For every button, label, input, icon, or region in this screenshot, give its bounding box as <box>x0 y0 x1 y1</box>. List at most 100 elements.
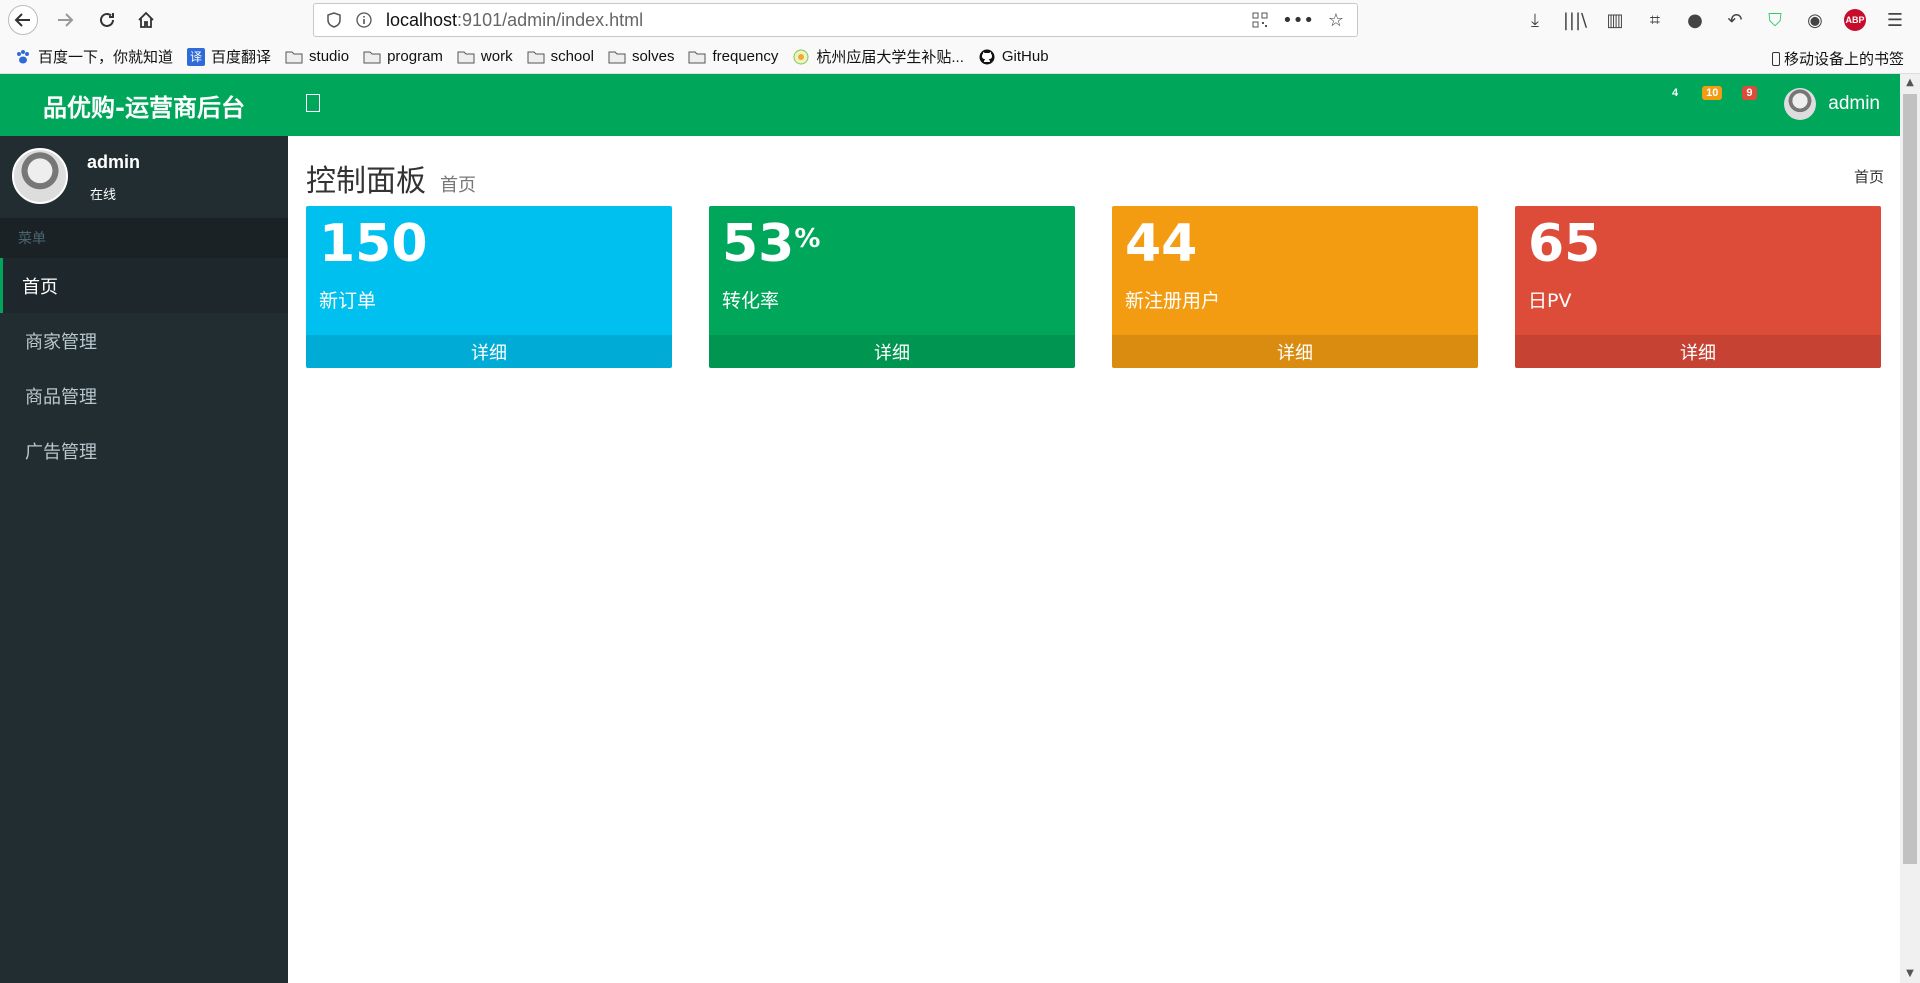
content-area: 控制面板 首页 首页 150 新订单 详细 53% 转化率 详细 44 新注册用… <box>288 136 1900 983</box>
content-header: 控制面板 首页 <box>306 156 476 200</box>
bookmark-translate[interactable]: 译百度翻译 <box>187 46 271 67</box>
notification-badges: 4 10 9 <box>1668 86 1777 100</box>
folder-icon <box>688 48 706 66</box>
undo-icon[interactable]: ↶ <box>1720 5 1750 35</box>
adblock-icon[interactable]: ABP <box>1840 5 1870 35</box>
stat-label: 日PV <box>1528 290 1572 312</box>
sidebar-item-label: 广告管理 <box>25 441 97 463</box>
home-button[interactable] <box>131 5 161 35</box>
details-link[interactable]: 详细 <box>1112 335 1478 368</box>
reload-button[interactable] <box>92 5 122 35</box>
stat-boxes: 150 新订单 详细 53% 转化率 详细 44 新注册用户 详细 65 日PV… <box>306 206 1881 368</box>
adblock-label: ABP <box>1844 9 1866 31</box>
bookmark-folder-studio[interactable]: studio <box>285 48 349 66</box>
avatar <box>1784 88 1817 120</box>
more-actions-icon[interactable]: ••• <box>1282 9 1314 31</box>
bookmark-label: studio <box>309 48 350 65</box>
bookmark-folder-school[interactable]: school <box>527 48 594 66</box>
user-name: admin <box>87 152 141 172</box>
bookmarks-bar: 百度一下，你就知道 译百度翻译 studio program work scho… <box>0 40 1920 74</box>
sidebar-toggle-icon[interactable] <box>306 94 320 112</box>
app-logo[interactable]: 品优购-运营商后台 <box>0 74 288 136</box>
mobile-bookmarks-label: 移动设备上的书签 <box>1783 51 1904 68</box>
qr-code-icon[interactable] <box>1249 9 1271 31</box>
folder-icon <box>363 48 381 66</box>
tasks-badge[interactable]: 9 <box>1742 86 1757 100</box>
scroll-down-icon[interactable]: ▼ <box>1900 965 1920 983</box>
sidebar-item-home[interactable]: 首页 <box>0 258 288 313</box>
stat-box-pv: 65 日PV 详细 <box>1515 206 1881 368</box>
shield-icon[interactable] <box>326 12 342 28</box>
chat-icon[interactable]: ● <box>1680 5 1710 35</box>
info-icon[interactable] <box>356 12 372 28</box>
online-status-text: 在线 <box>90 188 117 203</box>
admin-app: 品优购-运营商后台 admin 在线 菜单 首页 商家管理 商品管理 广告管理 … <box>0 74 1920 983</box>
details-link[interactable]: 详细 <box>306 335 672 368</box>
translate-icon: 译 <box>187 47 206 66</box>
sidebar-item-label: 商品管理 <box>25 386 97 408</box>
site-icon <box>792 48 810 66</box>
menu-icon[interactable]: ☰ <box>1880 5 1910 35</box>
sidebar-item-goods[interactable]: 商品管理 <box>0 368 288 423</box>
sidebar-item-label: 首页 <box>22 276 58 298</box>
url-bar[interactable]: localhost:9101/admin/index.html ••• ☆ <box>313 3 1358 37</box>
top-user-name: admin <box>1828 93 1880 114</box>
page-subtitle: 首页 <box>440 175 476 196</box>
bookmark-label: 百度一下，你就知道 <box>38 49 174 66</box>
scrollbar-thumb[interactable] <box>1903 94 1917 864</box>
bookmark-label: 百度翻译 <box>211 49 272 66</box>
bookmark-label: 杭州应届大学生补贴... <box>816 49 964 66</box>
bookmark-hz-subsidy[interactable]: 杭州应届大学生补贴... <box>792 46 964 67</box>
stat-box-conversion: 53% 转化率 详细 <box>709 206 1075 368</box>
bookmark-label: solves <box>631 48 675 65</box>
user-status: 在线 <box>90 184 116 203</box>
library-icon[interactable]: |||\ <box>1560 5 1590 35</box>
stat-value: 65 <box>1528 214 1601 274</box>
details-link[interactable]: 详细 <box>1515 335 1881 368</box>
stat-label: 新注册用户 <box>1125 290 1221 312</box>
folder-icon <box>608 48 626 66</box>
mobile-bookmarks[interactable]: 移动设备上的书签 <box>1771 48 1904 69</box>
url-host: localhost <box>386 9 458 30</box>
bookmark-folder-program[interactable]: program <box>363 48 443 66</box>
bookmark-folder-work[interactable]: work <box>457 48 513 66</box>
extension-shield-icon[interactable]: ⛉ <box>1760 5 1790 35</box>
bookmark-github[interactable]: GitHub <box>978 48 1049 66</box>
top-navbar: 4 10 9 admin <box>288 74 1900 136</box>
menu-header: 菜单 <box>0 218 288 258</box>
page-scrollbar[interactable]: ▲ ▼ <box>1900 74 1920 983</box>
notifications-badge[interactable]: 10 <box>1702 86 1723 100</box>
github-icon <box>978 48 996 66</box>
sidebar-item-merchants[interactable]: 商家管理 <box>0 313 288 368</box>
sidebar-icon[interactable]: ▥ <box>1600 5 1630 35</box>
stat-value: 53% <box>722 214 821 274</box>
browser-toolbar: localhost:9101/admin/index.html ••• ☆ ⤓ … <box>0 0 1920 40</box>
url-text[interactable]: localhost:9101/admin/index.html <box>386 10 643 31</box>
bookmark-star-icon[interactable]: ☆ <box>1325 9 1347 31</box>
account-icon[interactable]: ◉ <box>1800 5 1830 35</box>
folder-icon <box>527 48 545 66</box>
baidu-icon <box>14 48 32 66</box>
bookmark-label: program <box>387 48 443 65</box>
crop-icon[interactable]: ⌗ <box>1640 5 1670 35</box>
details-link[interactable]: 详细 <box>709 335 1075 368</box>
bookmark-label: GitHub <box>1001 48 1049 65</box>
page-title: 控制面板 <box>306 164 426 199</box>
home-icon <box>138 11 154 28</box>
messages-badge[interactable]: 4 <box>1668 86 1683 100</box>
breadcrumb[interactable]: 首页 <box>1854 166 1884 187</box>
bookmark-folder-frequency[interactable]: frequency <box>688 48 778 66</box>
sidebar: 品优购-运营商后台 admin 在线 菜单 首页 商家管理 商品管理 广告管理 <box>0 74 288 983</box>
sidebar-item-ads[interactable]: 广告管理 <box>0 423 288 478</box>
user-menu[interactable]: admin <box>1784 88 1880 120</box>
user-panel: admin 在线 <box>0 136 288 218</box>
back-button[interactable] <box>8 5 38 35</box>
scroll-up-icon[interactable]: ▲ <box>1900 74 1920 92</box>
bookmark-folder-solves[interactable]: solves <box>608 48 675 66</box>
forward-button[interactable] <box>50 5 80 35</box>
sidebar-item-label: 商家管理 <box>25 331 97 353</box>
bookmark-baidu[interactable]: 百度一下，你就知道 <box>14 46 173 67</box>
arrow-left-icon <box>14 13 30 27</box>
download-icon[interactable]: ⤓ <box>1520 5 1550 35</box>
folder-icon <box>285 48 303 66</box>
